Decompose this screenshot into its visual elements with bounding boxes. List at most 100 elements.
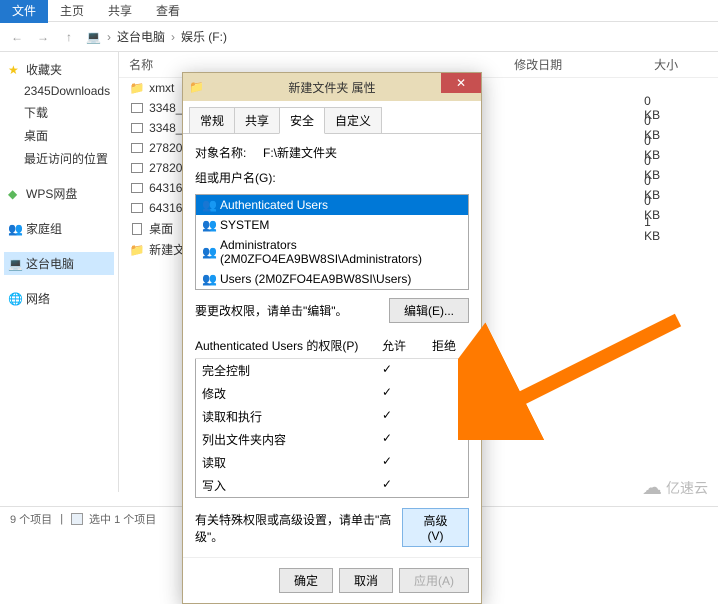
toolbar: ← → ↑ 💻 › 这台电脑 › 娱乐 (F:): [0, 22, 718, 52]
user-item-admins[interactable]: 👥 Administrators (2M0ZFO4EA9BW8SI\Admini…: [196, 235, 468, 269]
sidebar-computer[interactable]: 💻 这台电脑: [4, 252, 114, 275]
properties-dialog: 📁 新建文件夹 属性 ✕ 常规 共享 安全 自定义 对象名称: F:\新建文件夹…: [182, 72, 482, 604]
ribbon-file-tab[interactable]: 文件: [0, 0, 48, 23]
back-icon[interactable]: ←: [8, 30, 26, 44]
object-name-label: 对象名称:: [195, 146, 246, 160]
permission-deny-check: [412, 454, 462, 471]
sidebar-item-recent[interactable]: 最近访问的位置: [4, 147, 114, 170]
users-icon: 👥: [202, 218, 216, 232]
text-file-icon: [129, 221, 145, 237]
permission-deny-check: [412, 477, 462, 494]
breadcrumb-computer-icon: 💻: [86, 30, 101, 44]
cloud-icon: ☁: [642, 475, 662, 500]
apply-button[interactable]: 应用(A): [399, 568, 469, 593]
user-item-authenticated[interactable]: 👥 Authenticated Users: [196, 195, 468, 215]
image-icon: [129, 160, 145, 176]
tab-general[interactable]: 常规: [189, 107, 235, 133]
forward-icon[interactable]: →: [34, 30, 52, 44]
dialog-body: 对象名称: F:\新建文件夹 组或用户名(G): 👥 Authenticated…: [183, 133, 481, 557]
cancel-button[interactable]: 取消: [339, 568, 393, 593]
col-size[interactable]: 大小: [654, 56, 714, 73]
permission-row: 写入✓: [196, 474, 468, 497]
permission-deny-check: [412, 408, 462, 425]
permission-label: 完全控制: [202, 362, 362, 379]
advanced-button[interactable]: 高级(V): [402, 508, 469, 547]
permission-row: 修改✓: [196, 382, 468, 405]
users-icon: 👥: [202, 272, 216, 286]
sidebar-computer-label: 这台电脑: [26, 255, 74, 272]
group-label: 组或用户名(G):: [195, 169, 469, 186]
breadcrumb[interactable]: 💻 › 这台电脑 › 娱乐 (F:): [86, 28, 227, 45]
tab-custom[interactable]: 自定义: [324, 107, 382, 133]
edit-button[interactable]: 编辑(E)...: [389, 298, 469, 323]
sidebar-homegroup[interactable]: 👥 家庭组: [4, 217, 114, 240]
sidebar-network[interactable]: 🌐 网络: [4, 287, 114, 310]
breadcrumb-root[interactable]: 这台电脑: [117, 28, 165, 45]
users-icon: 👥: [202, 245, 216, 259]
permission-label: 写入: [202, 477, 362, 494]
advanced-hint: 有关特殊权限或高级设置，请单击"高级"。: [195, 511, 402, 545]
permission-allow-check: ✓: [362, 454, 412, 471]
close-button[interactable]: ✕: [441, 73, 481, 93]
perm-header-name: Authenticated Users 的权限(P): [195, 337, 369, 354]
image-icon: [129, 200, 145, 216]
permission-list: 完全控制✓修改✓读取和执行✓列出文件夹内容✓读取✓写入✓: [195, 359, 469, 498]
permission-deny-check: [412, 431, 462, 448]
sidebar-wps[interactable]: ◆ WPS网盘: [4, 182, 114, 205]
ok-button[interactable]: 确定: [279, 568, 333, 593]
sidebar-favorites[interactable]: ★ 收藏夹: [4, 58, 114, 81]
perm-header-deny: 拒绝: [419, 337, 469, 354]
dialog-titlebar[interactable]: 📁 新建文件夹 属性 ✕: [183, 73, 481, 101]
permission-label: 列出文件夹内容: [202, 431, 362, 448]
user-item-users[interactable]: 👥 Users (2M0ZFO4EA9BW8SI\Users): [196, 269, 468, 289]
status-checkbox-icon: [71, 513, 83, 525]
sidebar-wps-label: WPS网盘: [26, 185, 77, 202]
status-item-count: 9 个项目: [10, 511, 52, 527]
permission-label: 读取和执行: [202, 408, 362, 425]
folder-icon: 📁: [129, 242, 145, 258]
edit-hint: 要更改权限，请单击"编辑"。: [195, 302, 348, 319]
file-size: 1 KB: [644, 215, 718, 243]
chevron-right-icon: ›: [171, 30, 175, 44]
dialog-tabs: 常规 共享 安全 自定义: [183, 101, 481, 133]
sidebar: ★ 收藏夹 2345Downloads 下载 桌面 最近访问的位置 ◆ WPS网…: [0, 52, 119, 492]
status-selected: 选中 1 个项目: [89, 511, 156, 527]
permission-row: 列出文件夹内容✓: [196, 428, 468, 451]
permission-allow-check: ✓: [362, 431, 412, 448]
sidebar-item-download2[interactable]: 下载: [4, 101, 114, 124]
sidebar-favorites-label: 收藏夹: [26, 61, 62, 78]
sidebar-network-label: 网络: [26, 290, 50, 307]
dialog-title-text: 新建文件夹 属性: [288, 79, 375, 96]
ribbon-tab-home[interactable]: 主页: [48, 0, 96, 23]
permission-allow-check: ✓: [362, 385, 412, 402]
ribbon-tab-view[interactable]: 查看: [144, 0, 192, 23]
tab-share[interactable]: 共享: [234, 107, 280, 133]
watermark: ☁ 亿速云: [642, 475, 708, 500]
close-icon: ✕: [456, 76, 466, 90]
watermark-text: 亿速云: [666, 478, 708, 498]
col-name[interactable]: 名称: [129, 56, 379, 73]
tab-security[interactable]: 安全: [279, 107, 325, 134]
image-icon: [129, 140, 145, 156]
user-item-system[interactable]: 👥 SYSTEM: [196, 215, 468, 235]
col-date[interactable]: 修改日期: [514, 56, 634, 73]
permission-deny-check: [412, 385, 462, 402]
ribbon: 文件 主页 共享 查看: [0, 0, 718, 22]
ribbon-tab-share[interactable]: 共享: [96, 0, 144, 23]
breadcrumb-drive[interactable]: 娱乐 (F:): [181, 28, 227, 45]
permission-allow-check: ✓: [362, 408, 412, 425]
sidebar-item-desktop[interactable]: 桌面: [4, 124, 114, 147]
permission-row: 读取✓: [196, 451, 468, 474]
user-label: SYSTEM: [220, 218, 269, 232]
sidebar-item-downloads[interactable]: 2345Downloads: [4, 81, 114, 101]
user-list[interactable]: 👥 Authenticated Users 👥 SYSTEM 👥 Adminis…: [195, 194, 469, 290]
up-icon[interactable]: ↑: [60, 30, 78, 44]
image-icon: [129, 180, 145, 196]
sidebar-homegroup-label: 家庭组: [26, 220, 62, 237]
image-icon: [129, 120, 145, 136]
dialog-footer: 确定 取消 应用(A): [183, 557, 481, 603]
permission-label: 读取: [202, 454, 362, 471]
permission-deny-check: [412, 362, 462, 379]
permission-row: 完全控制✓: [196, 359, 468, 382]
cloud-disk-icon: ◆: [8, 187, 22, 201]
